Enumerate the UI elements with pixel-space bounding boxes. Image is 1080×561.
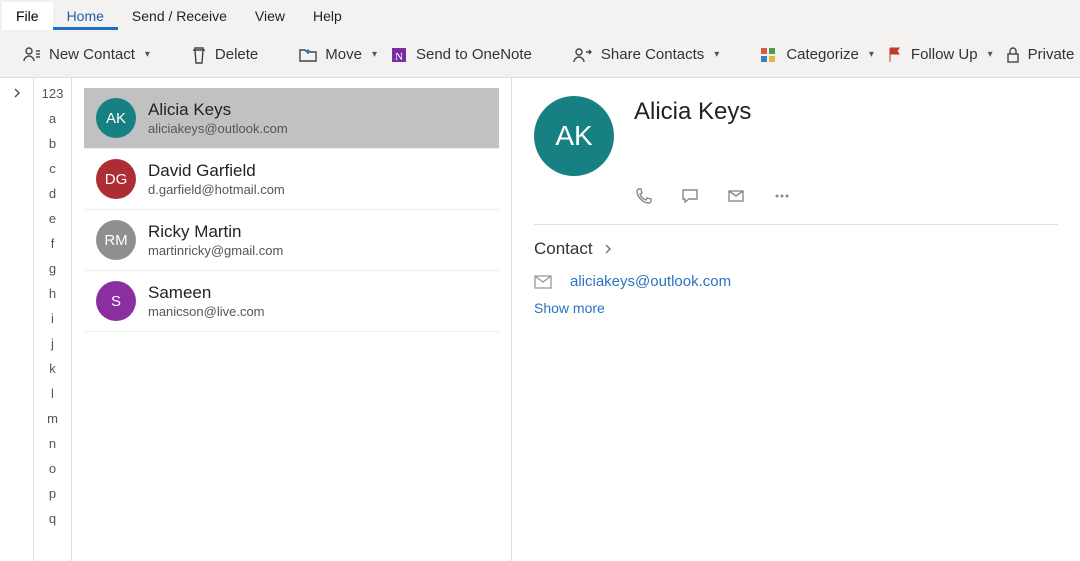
chevron-down-icon: ▾: [372, 49, 377, 60]
contact-section-header[interactable]: Contact: [534, 239, 1058, 259]
chevron-down-icon: ▾: [714, 49, 719, 60]
contact-row[interactable]: S Sameenmanicson@live.com: [84, 271, 499, 332]
alpha-index-p[interactable]: p: [49, 486, 56, 501]
menu-view[interactable]: View: [241, 2, 299, 30]
avatar: AK: [96, 98, 136, 138]
new-contact-button[interactable]: New Contact ▾: [16, 41, 156, 69]
categorize-button[interactable]: Categorize ▾: [753, 42, 880, 68]
flag-icon: [886, 46, 904, 64]
new-contact-icon: [22, 45, 42, 65]
contact-section-label: Contact: [534, 239, 593, 259]
contact-name: Alicia Keys: [148, 100, 288, 120]
menu-send-receive[interactable]: Send / Receive: [118, 2, 241, 30]
avatar: AK: [534, 96, 614, 176]
follow-up-button[interactable]: Follow Up ▾: [880, 42, 999, 68]
avatar: S: [96, 281, 136, 321]
send-to-onenote-button[interactable]: N Send to OneNote: [383, 41, 538, 69]
categorize-icon: [759, 46, 779, 64]
contact-email: aliciakeys@outlook.com: [148, 121, 288, 136]
alpha-index-d[interactable]: d: [49, 186, 56, 201]
contact-email: d.garfield@hotmail.com: [148, 182, 285, 197]
mail-icon: [534, 275, 552, 289]
alpha-index-c[interactable]: c: [49, 161, 56, 176]
contact-name: Sameen: [148, 283, 265, 303]
alpha-index-m[interactable]: m: [47, 411, 58, 426]
alpha-index-o[interactable]: o: [49, 461, 56, 476]
alpha-index-a[interactable]: a: [49, 111, 56, 126]
menu-bar: File Home Send / Receive View Help: [0, 0, 1080, 32]
main-area: 123 abcdefghijklmnopq AKAlicia Keysalici…: [0, 78, 1080, 561]
send-to-onenote-label: Send to OneNote: [416, 46, 532, 63]
contact-detail-pane: AK Alicia Keys Contact aliciakeys@outloo…: [512, 78, 1080, 561]
chevron-down-icon: ▾: [988, 49, 993, 60]
contact-row[interactable]: DG David Garfieldd.garfield@hotmail.com: [84, 149, 499, 210]
categorize-label: Categorize: [786, 46, 859, 63]
contact-email-link[interactable]: aliciakeys@outlook.com: [570, 273, 731, 290]
new-contact-label: New Contact: [49, 46, 135, 63]
menu-help[interactable]: Help: [299, 2, 356, 30]
divider: [534, 224, 1058, 225]
contact-email: manicson@live.com: [148, 304, 265, 319]
move-folder-icon: [298, 46, 318, 64]
avatar: RM: [96, 220, 136, 260]
lock-icon: [1005, 46, 1021, 64]
avatar: DG: [96, 159, 136, 199]
more-icon[interactable]: [772, 186, 792, 206]
chevron-down-icon: ▾: [869, 49, 874, 60]
menu-home[interactable]: Home: [53, 2, 118, 30]
delete-label: Delete: [215, 46, 258, 63]
chat-icon[interactable]: [680, 186, 700, 206]
alpha-index-f[interactable]: f: [51, 236, 55, 251]
contact-list: AK Alicia Keysaliciakeys@outlook.com DG Dav…: [72, 78, 512, 561]
contact-row[interactable]: RM Ricky Martinmartinricky@gmail.com: [84, 210, 499, 271]
share-contacts-icon: [572, 46, 594, 64]
alpha-index-b[interactable]: b: [49, 136, 56, 151]
contact-email: martinricky@gmail.com: [148, 243, 283, 258]
contact-row[interactable]: AK Alicia Keysaliciakeys@outlook.com: [84, 88, 499, 149]
show-more-link[interactable]: Show more: [534, 300, 1058, 316]
move-button[interactable]: Move ▾: [292, 42, 383, 68]
ribbon-toolbar: New Contact ▾ Delete Move ▾ N Send to On…: [0, 32, 1080, 78]
action-row: [634, 186, 1058, 206]
contact-name: Ricky Martin: [148, 222, 283, 242]
call-icon[interactable]: [634, 186, 654, 206]
share-contacts-button[interactable]: Share Contacts ▾: [566, 42, 725, 68]
move-label: Move: [325, 46, 362, 63]
alpha-index-l[interactable]: l: [51, 386, 54, 401]
onenote-icon: N: [389, 45, 409, 65]
chevron-right-icon: [12, 88, 22, 98]
alpha-index-h[interactable]: h: [49, 286, 56, 301]
alpha-index-j[interactable]: j: [51, 336, 54, 351]
private-button[interactable]: Private: [999, 42, 1080, 68]
share-contacts-label: Share Contacts: [601, 46, 704, 63]
mail-icon[interactable]: [726, 186, 746, 206]
alpha-index-g[interactable]: g: [49, 261, 56, 276]
alpha-index-q[interactable]: q: [49, 511, 56, 526]
alpha-index-k[interactable]: k: [49, 361, 56, 376]
contact-name: Alicia Keys: [634, 98, 751, 126]
nav-pane-collapsed[interactable]: [0, 78, 34, 561]
follow-up-label: Follow Up: [911, 46, 978, 63]
alpha-index-e[interactable]: e: [49, 211, 56, 226]
alpha-index-123[interactable]: 123: [42, 86, 64, 101]
chevron-down-icon: ▾: [145, 49, 150, 60]
alpha-index-i[interactable]: i: [51, 311, 54, 326]
trash-icon: [190, 45, 208, 65]
delete-button[interactable]: Delete: [184, 41, 264, 69]
svg-text:N: N: [395, 51, 403, 63]
private-label: Private: [1028, 46, 1075, 63]
chevron-right-icon: [603, 243, 613, 255]
alpha-index: 123 abcdefghijklmnopq: [34, 78, 72, 561]
alpha-index-n[interactable]: n: [49, 436, 56, 451]
menu-file[interactable]: File: [2, 2, 53, 30]
contact-name: David Garfield: [148, 161, 285, 181]
